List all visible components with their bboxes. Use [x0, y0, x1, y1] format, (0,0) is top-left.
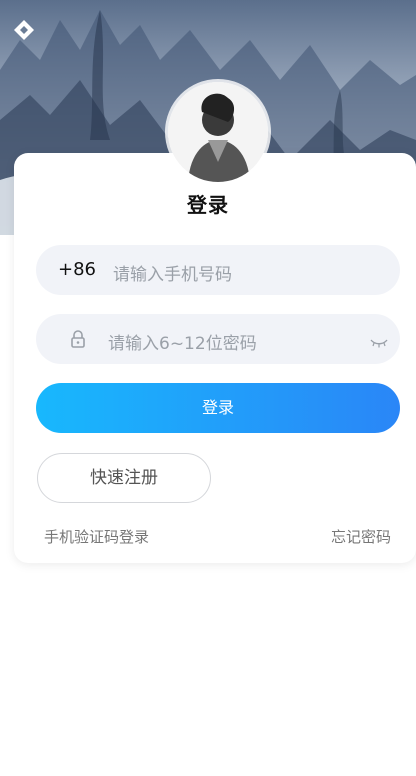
password-placeholder: 请输入6~12位密码 — [108, 334, 257, 354]
country-code[interactable]: +86 — [58, 259, 96, 280]
page-title: 登录 — [187, 193, 229, 217]
avatar[interactable] — [168, 82, 268, 182]
register-button[interactable]: 快速注册 — [37, 453, 211, 503]
eye-closed-icon[interactable] — [370, 333, 388, 348]
phone-input[interactable]: +86 请输入手机号码 — [36, 245, 400, 295]
sms-login-link[interactable]: 手机验证码登录 — [44, 526, 149, 547]
forgot-password-link[interactable]: 忘记密码 — [331, 526, 391, 547]
diamond-logo-icon[interactable] — [12, 18, 36, 42]
login-button[interactable]: 登录 — [36, 383, 400, 433]
password-input[interactable]: 请输入6~12位密码 — [36, 314, 400, 364]
lock-icon — [68, 329, 88, 349]
phone-placeholder: 请输入手机号码 — [113, 265, 232, 285]
